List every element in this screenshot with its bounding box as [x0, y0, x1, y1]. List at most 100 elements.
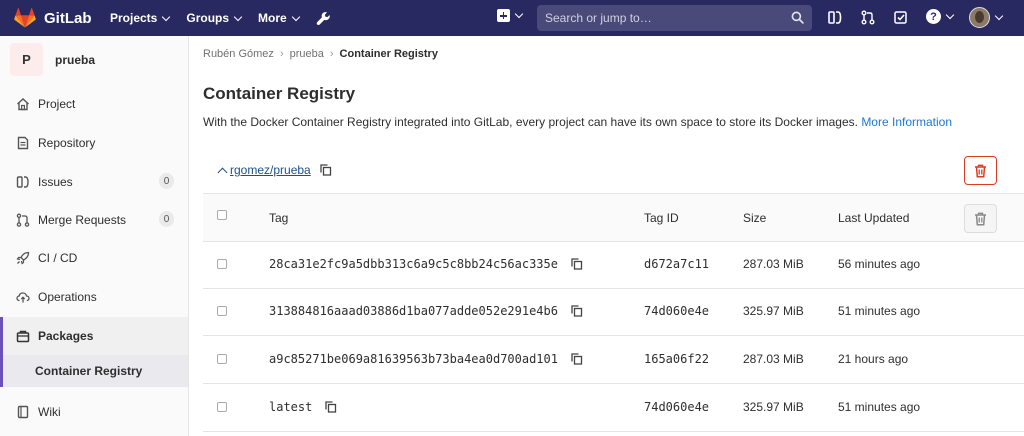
sidebar-item-label: Operations: [38, 290, 97, 304]
search-icon[interactable]: [791, 11, 804, 24]
copy-icon[interactable]: [325, 401, 337, 413]
search-input[interactable]: [545, 11, 775, 25]
sidebar-item-packages[interactable]: Packages: [0, 317, 188, 355]
tag-size: 287.03 MiB: [743, 352, 804, 366]
main-menu: Projects Groups More: [110, 11, 348, 26]
sidebar-project-header[interactable]: P prueba: [0, 36, 188, 83]
table-row: 313884816aaad03886d1ba077adde052e291e4b6…: [203, 289, 1024, 336]
copy-icon[interactable]: [571, 258, 583, 270]
chevron-down-icon: [291, 12, 300, 21]
row-checkbox[interactable]: [217, 354, 227, 364]
gitlab-home-link[interactable]: GitLab: [0, 8, 110, 28]
nav-more-label: More: [258, 11, 287, 25]
nav-groups-dropdown[interactable]: Groups: [186, 11, 243, 25]
page-description: With the Docker Container Registry integ…: [203, 115, 952, 129]
repository-name[interactable]: rgomez/prueba: [230, 163, 311, 177]
delete-repository-button[interactable]: [964, 156, 997, 185]
gitlab-logo-icon: [14, 8, 36, 28]
tag-last-updated: 56 minutes ago: [838, 257, 921, 271]
todo-icon[interactable]: [894, 10, 908, 25]
breadcrumb-user[interactable]: Rubén Gómez: [203, 48, 274, 60]
plus-square-icon: [497, 9, 510, 22]
sidebar-item-project[interactable]: Project: [0, 85, 188, 123]
copy-icon[interactable]: [571, 305, 583, 317]
new-dropdown-button[interactable]: [497, 9, 524, 22]
nav-groups-label: Groups: [186, 11, 230, 25]
search-box: [537, 5, 812, 31]
row-checkbox[interactable]: [217, 402, 227, 412]
delete-selected-tags-button[interactable]: [964, 204, 997, 233]
tag-id: 74d060e4e: [644, 400, 710, 414]
sidebar-item-wiki[interactable]: Wiki: [0, 393, 188, 431]
chevron-right-icon: ›: [329, 48, 334, 60]
table-row: latest 74d060e4e 325.97 MiB 51 minutes a…: [203, 385, 1024, 432]
sidebar-item-label: Packages: [38, 329, 94, 343]
row-checkbox[interactable]: [217, 259, 227, 269]
breadcrumb-current[interactable]: Container Registry: [340, 48, 438, 60]
tag-last-updated: 51 minutes ago: [838, 400, 921, 414]
chevron-right-icon: ›: [279, 48, 284, 60]
tag-size: 287.03 MiB: [743, 257, 804, 271]
repository-toggle[interactable]: rgomez/prueba: [217, 163, 332, 177]
nav-more-dropdown[interactable]: More: [258, 11, 300, 25]
more-information-link[interactable]: More Information: [861, 115, 952, 129]
user-menu-button[interactable]: [969, 7, 1004, 28]
chevron-down-icon: [514, 9, 524, 19]
description-text: With the Docker Container Registry integ…: [203, 115, 858, 129]
tag-name: 313884816aaad03886d1ba077adde052e291e4b6: [269, 304, 558, 318]
trash-icon: [975, 212, 986, 226]
tag-cell: latest: [269, 400, 337, 414]
sidebar-item-merge-requests[interactable]: Merge Requests 0: [0, 201, 188, 239]
sidebar-item-repository[interactable]: Repository: [0, 124, 188, 162]
sidebar-item-label: Wiki: [38, 405, 61, 419]
nav-projects-label: Projects: [110, 11, 158, 25]
sidebar-item-label: Repository: [38, 136, 96, 150]
breadcrumb-project[interactable]: prueba: [290, 48, 324, 60]
tag-size: 325.97 MiB: [743, 304, 804, 318]
row-checkbox[interactable]: [217, 306, 227, 316]
tag-size: 325.97 MiB: [743, 400, 804, 414]
merge-request-icon: [16, 213, 30, 227]
package-icon: [16, 329, 30, 343]
merge-request-icon[interactable]: [861, 10, 875, 25]
rocket-icon: [16, 251, 30, 265]
sidebar-item-label: Merge Requests: [38, 213, 127, 227]
sidebar-item-label: Project: [38, 97, 76, 111]
merge-requests-count-badge: 0: [159, 211, 174, 227]
sidebar-subitem-container-registry[interactable]: Container Registry: [0, 355, 188, 387]
tag-cell: a9c85271be069a81639563b73ba4ea0d700ad101: [269, 352, 583, 366]
tag-name: 28ca31e2fc9a5dbb313c6a9c5c8bb24c56ac335e: [269, 257, 558, 271]
chevron-down-icon: [233, 12, 243, 21]
document-icon: [16, 136, 30, 150]
breadcrumb: Rubén Gómez › prueba › Container Registr…: [203, 48, 438, 60]
table-row: 28ca31e2fc9a5dbb313c6a9c5c8bb24c56ac335e…: [203, 242, 1024, 289]
sidebar-item-operations[interactable]: Operations: [0, 278, 188, 316]
tags-table-header: Tag Tag ID Size Last Updated: [203, 194, 1024, 242]
sidebar-item-ci-cd[interactable]: CI / CD: [0, 239, 188, 277]
sidebar-item-issues[interactable]: Issues 0: [0, 163, 188, 201]
copy-icon[interactable]: [320, 164, 332, 176]
column-header-tag-id: Tag ID: [644, 211, 679, 225]
issues-icon: [16, 175, 30, 189]
help-dropdown-button[interactable]: ?: [926, 9, 955, 24]
select-all-checkbox[interactable]: [217, 210, 227, 220]
admin-area-link[interactable]: [316, 11, 331, 26]
column-header-last-updated: Last Updated: [838, 211, 910, 225]
nav-projects-dropdown[interactable]: Projects: [110, 11, 171, 25]
question-icon: ?: [926, 9, 941, 24]
tag-id: 74d060e4e: [644, 304, 710, 318]
tag-last-updated: 51 minutes ago: [838, 304, 921, 318]
sidebar-item-label: CI / CD: [38, 251, 78, 265]
issues-icon[interactable]: [828, 10, 842, 25]
sidebar-subitem-label: Container Registry: [35, 364, 143, 378]
chevron-down-icon: [162, 12, 171, 21]
home-icon: [16, 97, 30, 111]
tag-name: a9c85271be069a81639563b73ba4ea0d700ad101: [269, 352, 558, 366]
sidebar-item-label: Issues: [38, 175, 73, 189]
wrench-icon: [316, 11, 330, 25]
table-row: a9c85271be069a81639563b73ba4ea0d700ad101…: [203, 337, 1024, 384]
copy-icon[interactable]: [571, 353, 583, 365]
column-header-size: Size: [743, 211, 767, 225]
book-icon: [16, 405, 30, 419]
top-navbar: GitLab Projects Groups More Search or ju…: [0, 0, 1024, 36]
